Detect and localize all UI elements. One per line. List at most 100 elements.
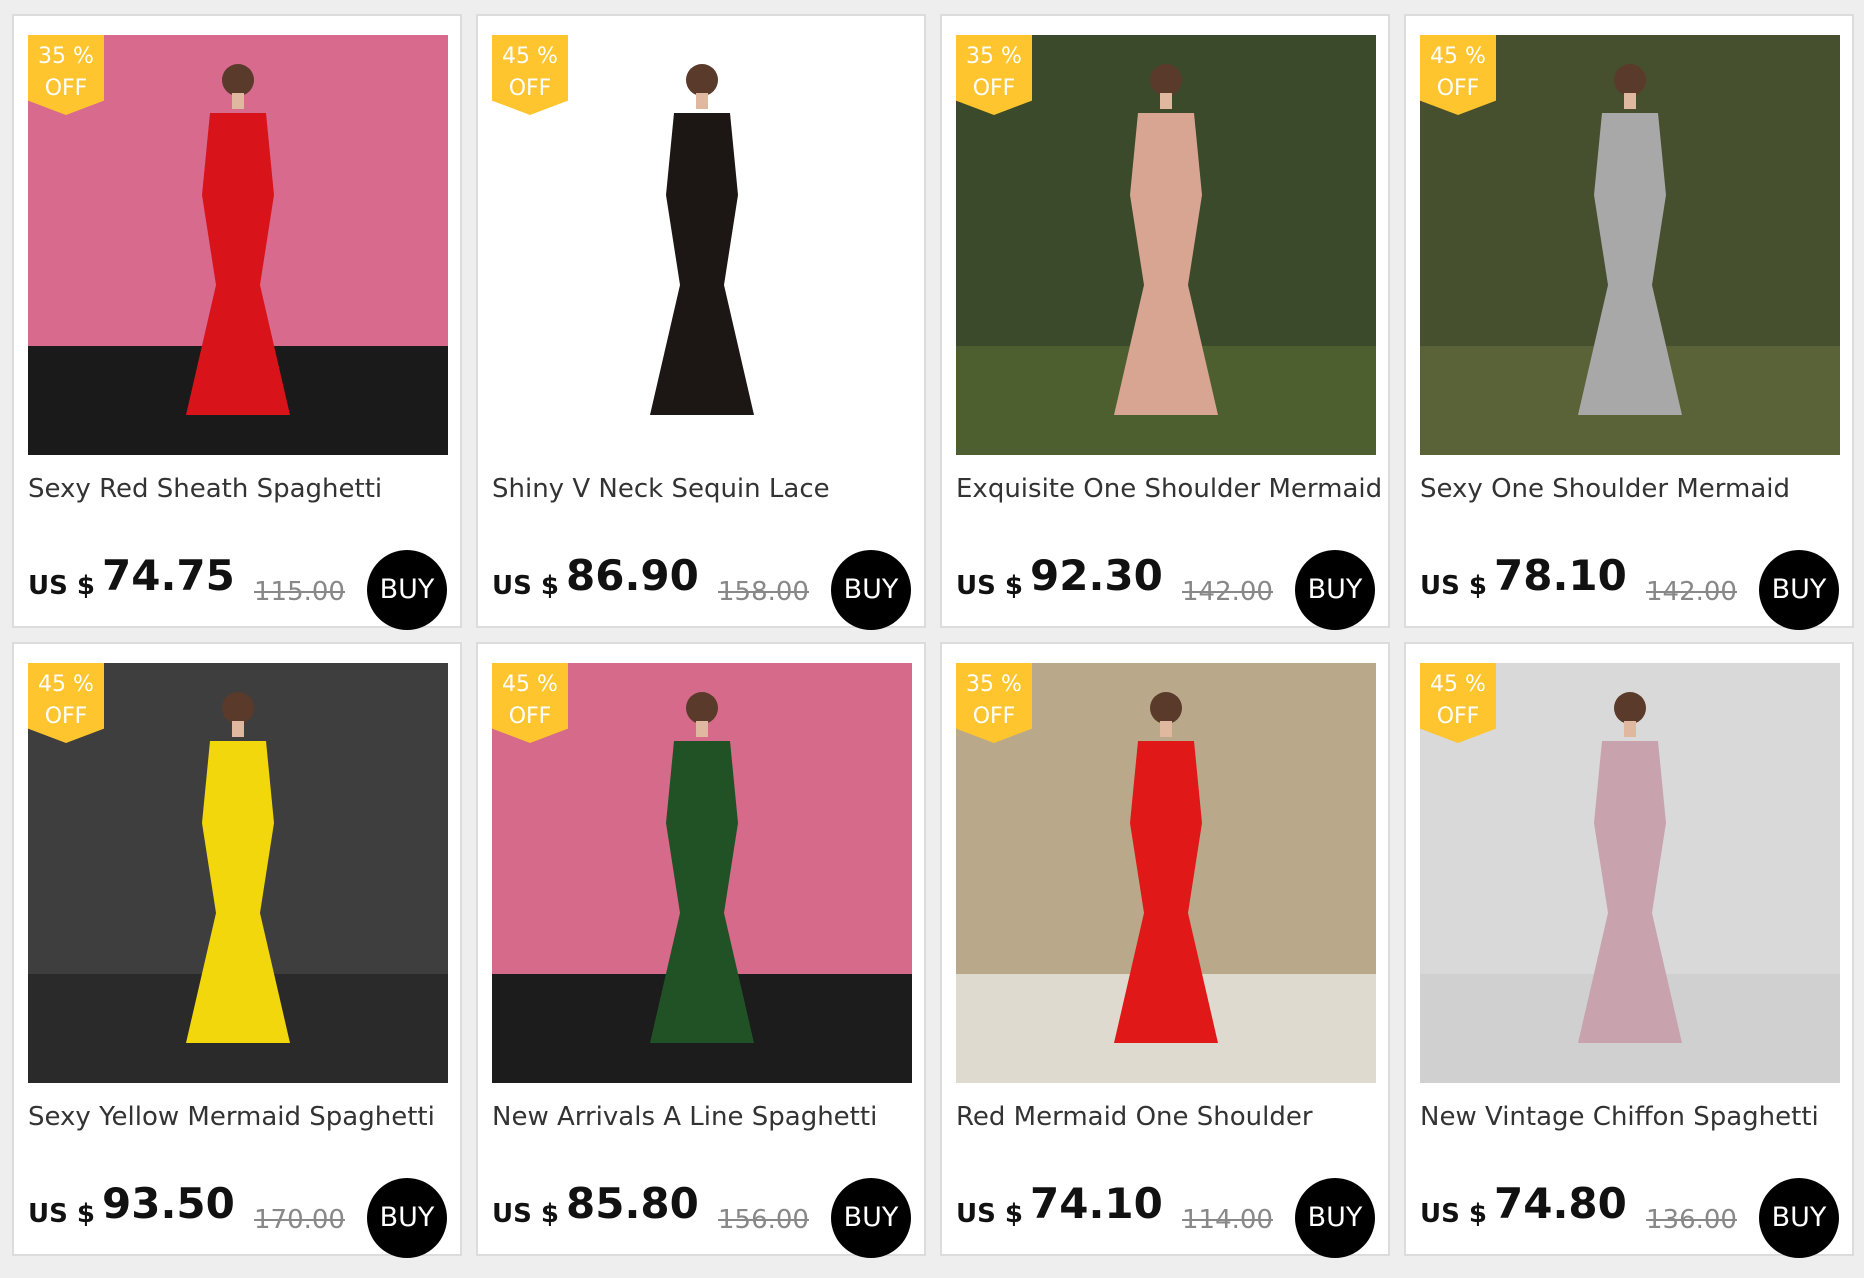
product-image[interactable]: 45 % OFF (1420, 35, 1840, 455)
original-price: 142.00 (1182, 577, 1273, 607)
discount-off: OFF (972, 76, 1016, 101)
buy-button[interactable]: BUY (1295, 550, 1375, 630)
original-price: 114.00 (1182, 1205, 1273, 1235)
buy-button[interactable]: BUY (1759, 550, 1839, 630)
currency-label: US $ (492, 1199, 559, 1229)
currency-label: US $ (28, 571, 95, 601)
original-price: 170.00 (254, 1205, 345, 1235)
product-card[interactable]: 45 % OFF Sexy Yellow Mermaid Spaghetti U… (12, 642, 462, 1258)
discount-badge: 35 % OFF (28, 35, 104, 115)
model-head (1150, 692, 1182, 724)
product-title[interactable]: Sexy Red Sheath Spaghetti (28, 474, 458, 504)
product-card[interactable]: 45 % OFF Shiny V Neck Sequin Lace US $ 8… (476, 14, 926, 630)
model-neck (1160, 93, 1172, 109)
currency-label: US $ (1420, 1199, 1487, 1229)
sale-price: 74.10 (1030, 1179, 1163, 1228)
dress-shape (1578, 741, 1682, 1043)
product-card[interactable]: 45 % OFF New Vintage Chiffon Spaghetti U… (1404, 642, 1854, 1258)
product-image[interactable]: 35 % OFF (956, 663, 1376, 1083)
model-head (222, 64, 254, 96)
product-grid: 35 % OFF Sexy Red Sheath Spaghetti US $ … (0, 0, 1864, 1278)
product-image[interactable]: 45 % OFF (492, 35, 912, 455)
dress-shape (1578, 113, 1682, 415)
dress-shape (650, 741, 754, 1043)
product-image[interactable]: 35 % OFF (956, 35, 1376, 455)
buy-button[interactable]: BUY (831, 1178, 911, 1258)
sale-price: 85.80 (566, 1179, 699, 1228)
product-title[interactable]: New Arrivals A Line Spaghetti (492, 1102, 922, 1132)
product-image[interactable]: 35 % OFF (28, 35, 448, 455)
discount-percent: 35 % (38, 44, 94, 69)
model-neck (232, 93, 244, 109)
discount-badge: 45 % OFF (28, 663, 104, 743)
original-price: 136.00 (1646, 1205, 1737, 1235)
original-price: 158.00 (718, 577, 809, 607)
product-title[interactable]: Sexy One Shoulder Mermaid (1420, 474, 1850, 504)
original-price: 142.00 (1646, 577, 1737, 607)
buy-button[interactable]: BUY (367, 550, 447, 630)
dress-shape (1114, 113, 1218, 415)
discount-percent: 45 % (38, 672, 94, 697)
buy-button[interactable]: BUY (831, 550, 911, 630)
product-title[interactable]: New Vintage Chiffon Spaghetti (1420, 1102, 1850, 1132)
discount-badge: 45 % OFF (492, 663, 568, 743)
product-card[interactable]: 45 % OFF New Arrivals A Line Spaghetti U… (476, 642, 926, 1258)
currency-label: US $ (28, 1199, 95, 1229)
sale-price: 78.10 (1494, 551, 1627, 600)
discount-percent: 45 % (502, 672, 558, 697)
discount-percent: 35 % (966, 44, 1022, 69)
product-title[interactable]: Shiny V Neck Sequin Lace (492, 474, 922, 504)
discount-badge: 35 % OFF (956, 663, 1032, 743)
model-head (1614, 64, 1646, 96)
sale-price: 92.30 (1030, 551, 1163, 600)
product-image[interactable]: 45 % OFF (1420, 663, 1840, 1083)
dress-shape (650, 113, 754, 415)
discount-percent: 45 % (1430, 44, 1486, 69)
model-neck (696, 93, 708, 109)
discount-badge: 35 % OFF (956, 35, 1032, 115)
discount-percent: 45 % (1430, 672, 1486, 697)
buy-button[interactable]: BUY (367, 1178, 447, 1258)
buy-button[interactable]: BUY (1295, 1178, 1375, 1258)
product-image[interactable]: 45 % OFF (28, 663, 448, 1083)
model-head (1150, 64, 1182, 96)
model-neck (1160, 721, 1172, 737)
product-title[interactable]: Red Mermaid One Shoulder (956, 1102, 1386, 1132)
discount-off: OFF (1436, 76, 1480, 101)
buy-button[interactable]: BUY (1759, 1178, 1839, 1258)
discount-badge: 45 % OFF (492, 35, 568, 115)
product-card[interactable]: 45 % OFF Sexy One Shoulder Mermaid US $ … (1404, 14, 1854, 630)
currency-label: US $ (956, 571, 1023, 601)
discount-percent: 35 % (966, 672, 1022, 697)
discount-badge: 45 % OFF (1420, 35, 1496, 115)
product-title[interactable]: Exquisite One Shoulder Mermaid (956, 474, 1386, 504)
model-neck (1624, 93, 1636, 109)
discount-off: OFF (972, 704, 1016, 729)
product-card[interactable]: 35 % OFF Red Mermaid One Shoulder US $ 7… (940, 642, 1390, 1258)
model-neck (232, 721, 244, 737)
discount-off: OFF (508, 76, 552, 101)
model-neck (1624, 721, 1636, 737)
discount-off: OFF (1436, 704, 1480, 729)
discount-off: OFF (44, 76, 88, 101)
currency-label: US $ (492, 571, 559, 601)
model-head (686, 692, 718, 724)
sale-price: 74.80 (1494, 1179, 1627, 1228)
discount-off: OFF (44, 704, 88, 729)
model-neck (696, 721, 708, 737)
sale-price: 86.90 (566, 551, 699, 600)
product-card[interactable]: 35 % OFF Exquisite One Shoulder Mermaid … (940, 14, 1390, 630)
product-image[interactable]: 45 % OFF (492, 663, 912, 1083)
currency-label: US $ (956, 1199, 1023, 1229)
discount-off: OFF (508, 704, 552, 729)
product-card[interactable]: 35 % OFF Sexy Red Sheath Spaghetti US $ … (12, 14, 462, 630)
model-head (1614, 692, 1646, 724)
original-price: 115.00 (254, 577, 345, 607)
sale-price: 74.75 (102, 551, 235, 600)
product-title[interactable]: Sexy Yellow Mermaid Spaghetti (28, 1102, 458, 1132)
discount-badge: 45 % OFF (1420, 663, 1496, 743)
currency-label: US $ (1420, 571, 1487, 601)
model-head (686, 64, 718, 96)
sale-price: 93.50 (102, 1179, 235, 1228)
model-head (222, 692, 254, 724)
